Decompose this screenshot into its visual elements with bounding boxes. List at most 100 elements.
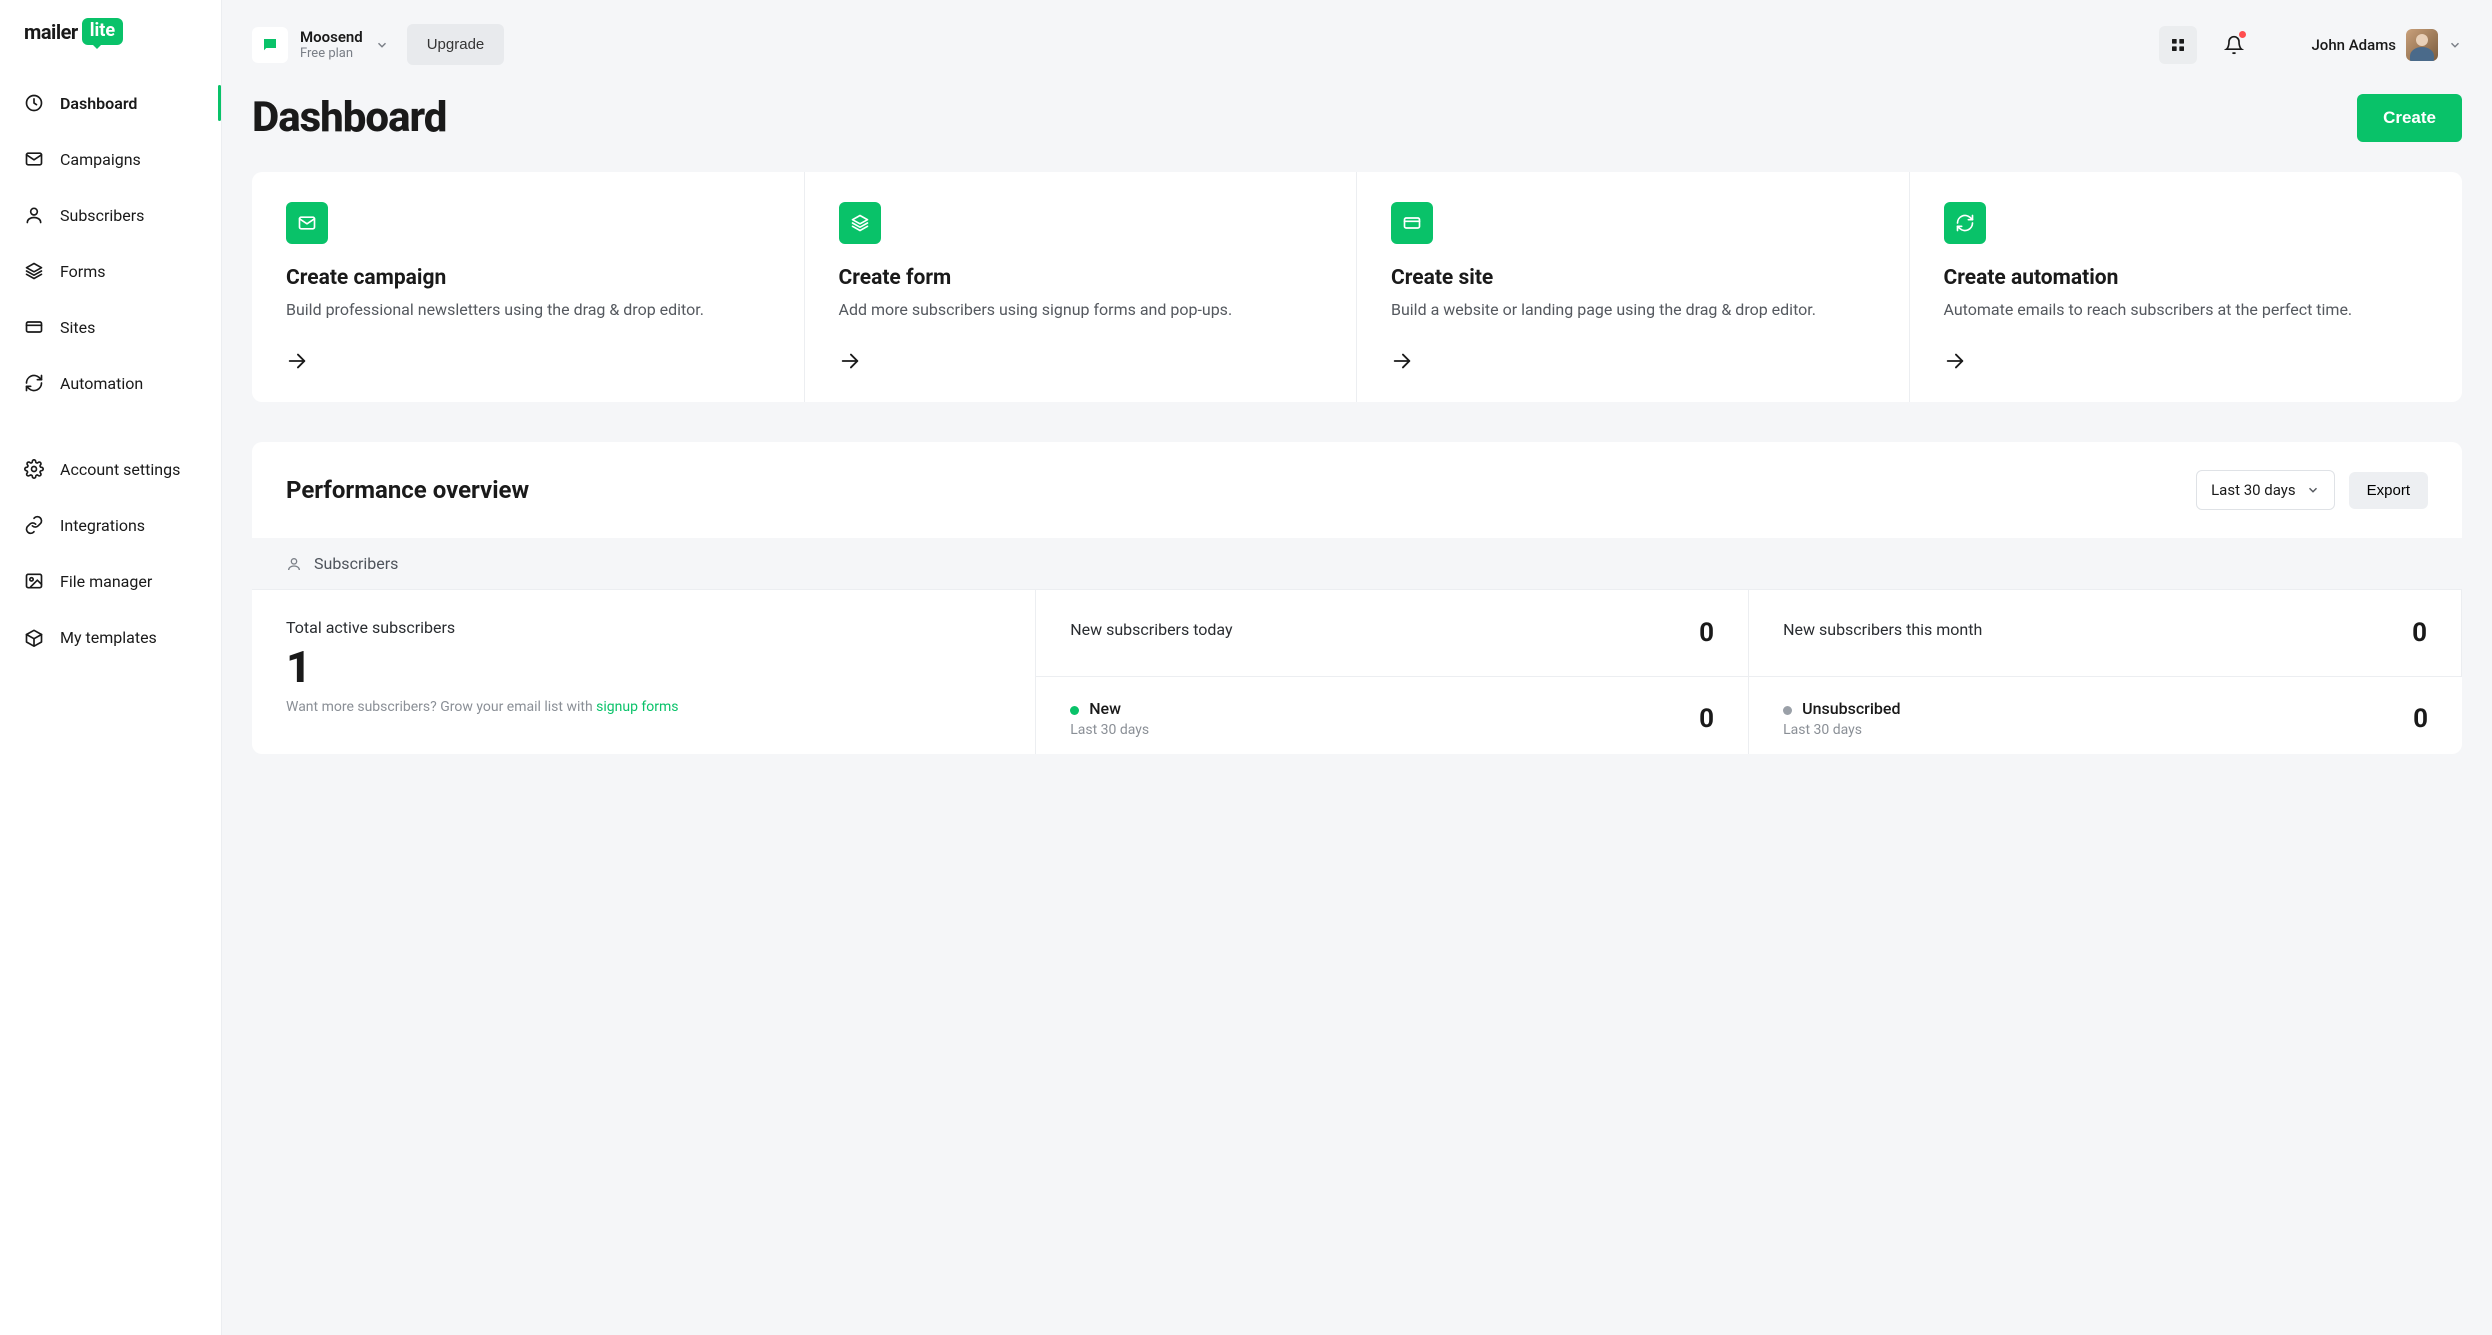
arrow-right-icon [1391,350,1875,372]
avatar [2406,29,2438,61]
workspace-plan: Free plan [300,46,363,61]
series-dot-icon [1070,706,1079,715]
total-subscribers-value: 1 [286,645,1001,689]
action-card-create-automation[interactable]: Create automation Automate emails to reac… [1910,172,2463,402]
action-card-create-site[interactable]: Create site Build a website or landing pa… [1357,172,1910,402]
sidebar-item-automation[interactable]: Automation [0,355,221,411]
export-button[interactable]: Export [2349,472,2428,509]
user-menu[interactable]: John Adams [2311,29,2462,61]
total-subscribers-hint: Want more subscribers? Grow your email l… [286,699,1001,715]
series-period: Last 30 days [1070,722,1149,738]
brand-logo[interactable]: mailer lite [0,18,221,75]
arrow-right-icon [1944,350,2429,372]
page-header: Dashboard Create [222,75,2492,172]
sidebar-item-label: Dashboard [60,94,137,113]
stack-icon [839,202,881,244]
stack-icon [24,261,44,281]
refresh-icon [1944,202,1986,244]
new-today-label: New subscribers today [1070,620,1232,639]
chevron-down-icon [2448,38,2462,52]
user-icon [286,556,302,572]
sidebar-item-account-settings[interactable]: Account settings [0,441,221,497]
series-value: 0 [2413,704,2428,734]
notifications-button[interactable] [2215,26,2253,64]
series-dot-icon [1783,706,1792,715]
performance-tab-label: Subscribers [314,554,398,573]
sidebar-item-label: My templates [60,628,157,647]
user-icon [24,205,44,225]
image-icon [24,571,44,591]
action-card-create-form[interactable]: Create form Add more subscribers using si… [805,172,1358,402]
performance-series-row: NewLast 30 days0UnsubscribedLast 30 days… [1036,676,2462,754]
chevron-down-icon [2306,483,2320,497]
logo-text-mailer: mailer [24,20,78,44]
upgrade-button[interactable]: Upgrade [407,24,505,65]
sidebar-item-dashboard[interactable]: Dashboard [0,75,221,131]
sidebar-item-label: Forms [60,262,106,281]
action-card-title: Create site [1391,266,1875,290]
nav-primary: Dashboard Campaigns Subscribers Forms Sites A… [0,75,221,411]
link-icon [24,515,44,535]
workspace-name: Moosend [300,28,363,46]
sidebar-item-label: File manager [60,572,152,591]
arrow-right-icon [839,350,1323,372]
sidebar-item-label: Integrations [60,516,145,535]
sidebar-item-campaigns[interactable]: Campaigns [0,131,221,187]
sidebar-item-file-manager[interactable]: File manager [0,553,221,609]
main-area: Moosend Free plan Upgrade [222,0,2492,1335]
new-today-value: 0 [1699,618,1714,648]
new-month-label: New subscribers this month [1783,620,1982,639]
page-title: Dashboard [252,93,446,142]
new-month-value: 0 [2412,618,2427,648]
performance-tab-subscribers[interactable]: Subscribers [252,538,2462,589]
series-period: Last 30 days [1783,722,1900,738]
sidebar-item-label: Account settings [60,460,180,479]
box-icon [24,627,44,647]
clock-icon [24,93,44,113]
action-card-desc: Automate emails to reach subscribers at … [1944,298,2429,322]
sidebar-item-subscribers[interactable]: Subscribers [0,187,221,243]
mail-icon [24,149,44,169]
action-card-title: Create automation [1944,266,2429,290]
workspace-selector[interactable]: Moosend Free plan [252,27,389,63]
nav-secondary: Account settings Integrations File manager… [0,441,221,665]
chat-icon [252,27,288,63]
bell-icon [2224,35,2244,55]
action-card-desc: Add more subscribers using signup forms … [839,298,1323,322]
gear-icon [24,459,44,479]
action-card-title: Create campaign [286,266,770,290]
action-card-create-campaign[interactable]: Create campaign Build professional newsle… [252,172,805,402]
refresh-icon [24,373,44,393]
arrow-right-icon [286,350,770,372]
action-card-desc: Build a website or landing page using th… [1391,298,1875,322]
sidebar-item-label: Subscribers [60,206,144,225]
sidebar-item-label: Sites [60,318,95,337]
new-month-cell: New subscribers this month 0 [1749,590,2462,676]
signup-forms-link[interactable]: signup forms [596,699,678,715]
action-cards-row: Create campaign Build professional newsle… [252,172,2462,402]
apps-button[interactable] [2159,26,2197,64]
sidebar-item-forms[interactable]: Forms [0,243,221,299]
action-card-desc: Build professional newsletters using the… [286,298,770,322]
topbar: Moosend Free plan Upgrade [222,0,2492,75]
sidebar-item-label: Automation [60,374,143,393]
chevron-down-icon [375,38,389,52]
logo-text-lite: lite [82,18,123,45]
performance-grid: Total active subscribers 1 Want more sub… [252,589,2462,754]
sidebar-item-integrations[interactable]: Integrations [0,497,221,553]
performance-panel: Performance overview Last 30 days Export… [252,442,2462,754]
create-button[interactable]: Create [2357,94,2462,142]
date-range-label: Last 30 days [2211,481,2296,499]
user-name-label: John Adams [2311,36,2396,54]
series-cell-unsubscribed: UnsubscribedLast 30 days0 [1749,677,2462,754]
performance-title: Performance overview [286,476,529,504]
sidebar-item-my-templates[interactable]: My templates [0,609,221,665]
series-cell-new: NewLast 30 days0 [1036,677,1749,754]
date-range-select[interactable]: Last 30 days [2196,470,2335,510]
grid-icon [2170,37,2186,53]
sidebar-item-sites[interactable]: Sites [0,299,221,355]
action-card-title: Create form [839,266,1323,290]
series-value: 0 [1699,704,1714,734]
notification-dot [2239,31,2246,38]
sidebar-item-label: Campaigns [60,150,141,169]
